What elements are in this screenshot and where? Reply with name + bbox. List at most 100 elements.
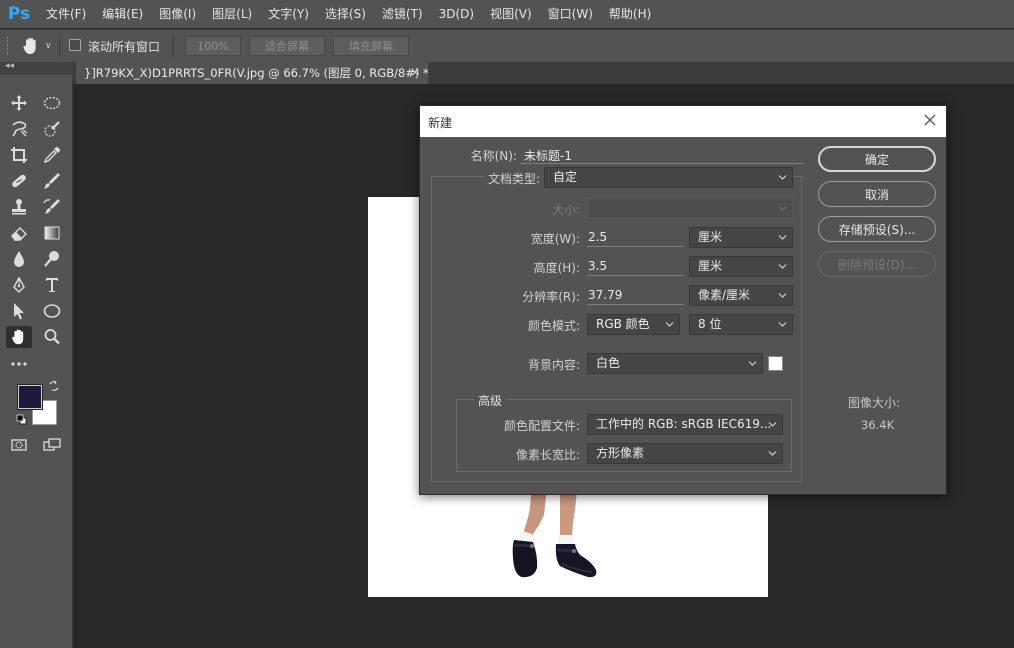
height-input-underline: [587, 275, 684, 276]
height-unit-value: 厘米: [698, 259, 723, 273]
new-document-dialog: 新建 名称(N): 未标题-1 文档类型: 自定 大小: 宽度(W): 2.5 …: [419, 105, 947, 495]
menu-help[interactable]: 帮助(H): [601, 0, 659, 28]
menu-3d[interactable]: 3D(D): [431, 0, 482, 28]
resolution-input-underline: [587, 304, 684, 305]
close-icon[interactable]: [922, 112, 938, 128]
screen-mode-icon[interactable]: [39, 434, 65, 456]
size-select[interactable]: [587, 198, 793, 219]
document-type-value: 自定: [553, 170, 578, 184]
menu-select[interactable]: 选择(S): [317, 0, 374, 28]
clone-stamp-icon[interactable]: [6, 196, 32, 218]
pixel-aspect-ratio-value: 方形像素: [596, 446, 645, 460]
options-bar-grip[interactable]: [7, 37, 10, 55]
menu-layer[interactable]: 图层(L): [204, 0, 260, 28]
healing-brush-icon[interactable]: [6, 170, 32, 192]
dialog-title: 新建: [428, 116, 453, 130]
resolution-unit-select[interactable]: 像素/厘米: [689, 285, 793, 306]
lasso-icon[interactable]: [6, 118, 32, 140]
separator: [59, 35, 60, 57]
blur-icon[interactable]: [6, 248, 32, 270]
advanced-label[interactable]: 高级: [474, 392, 507, 409]
chevron-down-icon: [778, 175, 787, 180]
width-input-underline: [587, 246, 684, 247]
bit-depth-select[interactable]: 8 位: [689, 314, 793, 335]
menu-window[interactable]: 窗口(W): [540, 0, 601, 28]
background-contents-value: 白色: [596, 356, 621, 370]
background-contents-select[interactable]: 白色: [587, 353, 763, 374]
pixel-aspect-ratio-label: 像素长宽比:: [515, 448, 580, 462]
resolution-input[interactable]: 37.79: [588, 288, 622, 302]
menu-file[interactable]: 文件(F): [38, 0, 94, 28]
eraser-icon[interactable]: [6, 222, 32, 244]
height-input[interactable]: 3.5: [588, 259, 607, 273]
brush-icon[interactable]: [39, 170, 65, 192]
crop-icon[interactable]: [6, 144, 32, 166]
toolbox-header[interactable]: ◂◂: [0, 61, 73, 75]
history-brush-icon[interactable]: [39, 196, 65, 218]
height-unit-select[interactable]: 厘米: [689, 256, 793, 277]
swap-colors-icon[interactable]: [48, 380, 60, 392]
name-input[interactable]: 未标题-1: [524, 147, 572, 164]
gradient-icon[interactable]: [39, 222, 65, 244]
photo-legs-shoes: [500, 480, 610, 590]
eyedropper-icon[interactable]: [39, 144, 65, 166]
hand-icon[interactable]: [6, 326, 32, 348]
name-input-underline: [520, 163, 804, 164]
hand-icon[interactable]: [20, 36, 42, 56]
zoom-icon[interactable]: [39, 326, 65, 348]
fit-screen-button[interactable]: 适合屏幕: [249, 36, 325, 56]
chevron-down-icon: [778, 206, 787, 211]
color-mode-label: 颜色模式:: [527, 319, 580, 333]
elliptical-marquee-icon[interactable]: [39, 92, 65, 114]
pixel-aspect-ratio-select[interactable]: 方形像素: [587, 443, 783, 464]
resolution-label: 分辨率(R):: [522, 290, 580, 304]
options-bar: ∨ 滚动所有窗口 100% 适合屏幕 填充屏幕: [0, 29, 1014, 62]
collapse-icon[interactable]: ◂◂: [5, 61, 14, 71]
quick-selection-icon[interactable]: [39, 118, 65, 140]
path-selection-icon[interactable]: [6, 300, 32, 322]
fill-screen-button[interactable]: 填充屏幕: [333, 36, 409, 56]
dodge-icon[interactable]: [39, 248, 65, 270]
color-profile-value: 工作中的 RGB: sRGB IEC619...: [596, 417, 772, 431]
menu-filter[interactable]: 滤镜(T): [374, 0, 431, 28]
menu-edit[interactable]: 编辑(E): [94, 0, 151, 28]
background-contents-label: 背景内容:: [527, 358, 580, 372]
toolbox: ◂◂: [0, 61, 73, 648]
height-label: 高度(H):: [533, 261, 580, 275]
menu-view[interactable]: 视图(V): [482, 0, 540, 28]
dialog-title-bar[interactable]: 新建: [420, 106, 946, 137]
color-profile-select[interactable]: 工作中的 RGB: sRGB IEC619...: [587, 414, 783, 435]
width-unit-value: 厘米: [698, 230, 723, 244]
width-unit-select[interactable]: 厘米: [689, 227, 793, 248]
ellipse-icon[interactable]: [39, 300, 65, 322]
document-tab-title: }]R79KX_X)D1PRRTS_0FR(V.jpg @ 66.7% (图层 …: [84, 66, 429, 80]
delete-preset-button[interactable]: 删除预设(D)...: [818, 251, 936, 277]
cancel-button[interactable]: 取消: [818, 181, 936, 207]
width-label: 宽度(W):: [530, 232, 580, 246]
move-icon[interactable]: [6, 92, 32, 114]
type-icon[interactable]: [39, 274, 65, 296]
foreground-color-swatch[interactable]: [17, 384, 43, 410]
background-color-preview-swatch[interactable]: [768, 356, 783, 371]
save-preset-button[interactable]: 存储预设(S)...: [818, 216, 936, 242]
chevron-down-icon: [778, 264, 787, 269]
chevron-down-icon: [778, 293, 787, 298]
zoom-100-button[interactable]: 100%: [185, 36, 241, 56]
default-colors-icon[interactable]: [16, 414, 27, 425]
ok-button[interactable]: 确定: [818, 146, 936, 172]
width-input[interactable]: 2.5: [588, 230, 607, 244]
quick-mask-icon[interactable]: [6, 434, 32, 456]
document-tab[interactable]: }]R79KX_X)D1PRRTS_0FR(V.jpg @ 66.7% (图层 …: [76, 62, 429, 84]
menu-image[interactable]: 图像(I): [151, 0, 204, 28]
scroll-all-windows-checkbox[interactable]: [69, 39, 81, 51]
document-type-label: 文档类型:: [484, 170, 543, 187]
chevron-down-icon: [768, 422, 777, 427]
document-type-select[interactable]: 自定: [544, 167, 793, 188]
document-tab-strip: }]R79KX_X)D1PRRTS_0FR(V.jpg @ 66.7% (图层 …: [73, 62, 1014, 84]
menu-type[interactable]: 文字(Y): [260, 0, 317, 28]
more-tools-icon[interactable]: [6, 353, 32, 375]
close-icon[interactable]: ×: [410, 65, 420, 79]
tool-preset-chevron-icon[interactable]: ∨: [45, 41, 52, 51]
color-mode-select[interactable]: RGB 颜色: [587, 314, 680, 335]
pen-icon[interactable]: [6, 274, 32, 296]
